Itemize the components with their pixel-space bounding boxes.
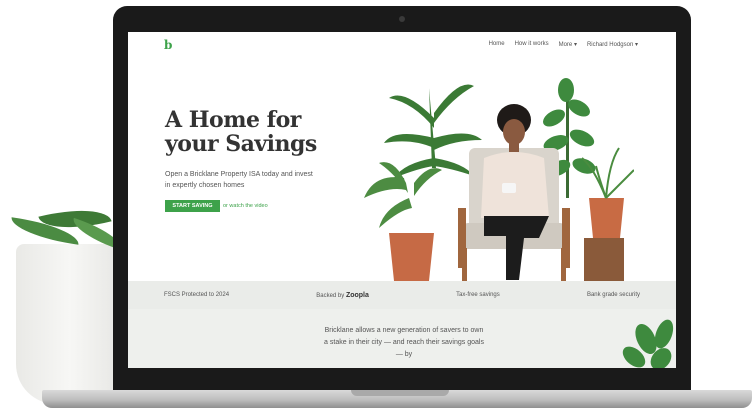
camera-icon — [399, 16, 405, 22]
backed-by-zoopla: Backed by Zoopla — [316, 292, 369, 299]
hero-subtitle: Open a Bricklane Property ISA today and … — [165, 171, 313, 189]
intro-text: Bricklane allows a new generation of sav… — [324, 327, 484, 358]
tax-free-badge: Tax-free savings — [456, 292, 500, 298]
nav-more[interactable]: More ▾ — [559, 41, 577, 48]
laptop-notch — [351, 390, 449, 396]
watch-video-link[interactable]: or watch the video — [223, 203, 268, 209]
woman-face — [503, 119, 525, 145]
palm-plant-left — [384, 84, 482, 178]
corner-plant — [622, 319, 674, 368]
nav-more-label: More — [558, 42, 573, 48]
laptop-frame: b Home How it works More ▾ Richard Hodgs… — [113, 6, 691, 398]
pot-left — [389, 233, 434, 281]
stool — [584, 238, 624, 281]
woman-neck — [509, 142, 519, 152]
nav-home[interactable]: Home — [489, 41, 505, 48]
mug-icon — [502, 183, 516, 193]
hero-section: A Home for your Savings Open a Bricklane… — [128, 58, 676, 281]
headline-line-2: your Savings — [165, 131, 317, 157]
nav-user-menu[interactable]: Richard Hodgson ▾ — [587, 41, 638, 48]
laptop-screen: b Home How it works More ▾ Richard Hodgs… — [128, 32, 676, 368]
fscs-badge: FSCS Protected to 2024 — [164, 292, 230, 298]
pot-right — [589, 198, 624, 238]
nav-how-it-works[interactable]: How it works — [515, 41, 549, 48]
armchair-leg — [561, 248, 566, 281]
headline-line-1: A Home for — [165, 107, 301, 133]
armchair-leg — [462, 248, 467, 281]
intro-section: Bricklane allows a new generation of sav… — [128, 309, 676, 368]
nav-links: Home How it works More ▾ Richard Hodgson… — [489, 41, 638, 48]
hero-illustration — [364, 78, 634, 281]
top-nav: b Home How it works More ▾ Richard Hodgs… — [128, 32, 676, 58]
features-strip: FSCS Protected to 2024 Backed by Zoopla … — [128, 281, 676, 309]
chevron-down-icon: ▾ — [634, 42, 638, 48]
start-saving-button[interactable]: START SAVING — [165, 200, 220, 212]
nav-user-label: Richard Hodgson — [586, 42, 634, 48]
logo[interactable]: b — [164, 38, 172, 52]
backed-by-label: Backed by — [316, 292, 345, 299]
zoopla-logo: Zoopla — [345, 291, 369, 299]
chevron-down-icon: ▾ — [573, 42, 577, 48]
hero-headline: A Home for your Savings — [165, 108, 325, 156]
bank-grade-badge: Bank grade security — [586, 292, 640, 298]
